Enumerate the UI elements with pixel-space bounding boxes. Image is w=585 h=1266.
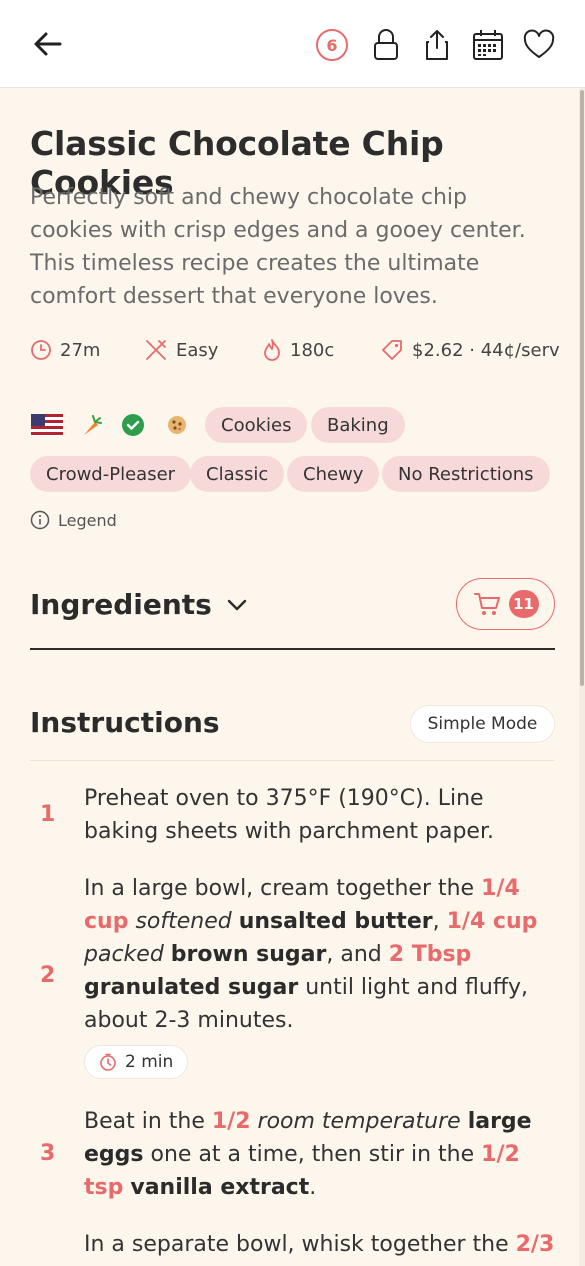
- step-text-segment: In a large bowl, cream together the: [84, 876, 482, 901]
- cookie-icon: [164, 408, 190, 442]
- cost-value: $2.62 · 44¢/serv: [412, 339, 560, 361]
- step-text-segment: .: [309, 1175, 317, 1200]
- step-text-segment: Preheat oven to 375°F (190°C). Line baki…: [84, 786, 494, 844]
- time-value: 27m: [60, 339, 101, 361]
- step-text-segment: , and: [326, 942, 389, 967]
- meta-difficulty: Easy: [144, 336, 218, 364]
- lock-icon: [374, 29, 398, 60]
- step-number: 2: [40, 963, 56, 988]
- legend-button[interactable]: Legend: [30, 510, 117, 530]
- servings-badge[interactable]: 6: [316, 29, 348, 61]
- ingredient-name[interactable]: vanilla extract: [130, 1175, 309, 1200]
- clock-icon: [31, 340, 51, 360]
- flame-icon: [264, 339, 280, 361]
- step-text-segment: In a separate bowl, whisk together the: [84, 1232, 516, 1257]
- meta-temperature: 180c: [262, 336, 334, 364]
- ingredient-quantity[interactable]: 1/2: [212, 1109, 251, 1134]
- tag-pill-chewy[interactable]: Chewy: [287, 456, 380, 492]
- ingredient-name[interactable]: granulated sugar: [84, 975, 298, 1000]
- step-timer-button[interactable]: 2 min: [84, 1045, 189, 1079]
- step-text-segment: ,: [432, 909, 447, 934]
- meta-time: 27m: [30, 336, 100, 364]
- ingredients-toggle[interactable]: Ingredients: [30, 588, 248, 621]
- calendar-button[interactable]: [471, 26, 505, 64]
- step-text-segment: Beat in the: [84, 1109, 212, 1134]
- top-bar: 6: [0, 0, 585, 88]
- shopping-cart-button[interactable]: 11: [456, 578, 555, 630]
- step-text: Preheat oven to 375°F (190°C). Line baki…: [84, 782, 555, 848]
- meta-cost: $2.62 · 44¢/serv: [380, 336, 560, 364]
- legend-label: Legend: [58, 510, 117, 530]
- carrot-icon: [78, 408, 104, 442]
- ingredient-note: room temperature: [257, 1109, 461, 1134]
- step-text-segment: one at a time, then stir in the: [143, 1142, 482, 1167]
- instructions-divider: [30, 760, 555, 761]
- step-text: Beat in the 1/2 room temperature large e…: [84, 1105, 555, 1204]
- tag-pill-crowd-pleaser[interactable]: Crowd-Pleaser: [30, 456, 192, 492]
- step-text: In a separate bowl, whisk together the 2…: [84, 1228, 555, 1261]
- cart-count-badge: 11: [508, 590, 539, 618]
- ingredient-quantity[interactable]: 1/4 cup: [447, 909, 538, 934]
- tag-pill-classic[interactable]: Classic: [190, 456, 285, 492]
- ingredient-quantity[interactable]: 2 Tbsp: [389, 942, 472, 967]
- chevron-down-icon: [227, 599, 247, 610]
- back-button[interactable]: [30, 26, 66, 62]
- heart-icon: [523, 29, 555, 58]
- utensils-icon: [146, 340, 166, 360]
- difficulty-value: Easy: [176, 339, 219, 361]
- tag-pill-cookies[interactable]: Cookies: [205, 407, 308, 443]
- cart-icon: [473, 593, 500, 615]
- step-number: 3: [40, 1141, 56, 1166]
- instructions-title: Instructions: [30, 706, 220, 739]
- ingredient-quantity[interactable]: 2/3: [516, 1232, 555, 1257]
- lock-button[interactable]: [369, 26, 403, 64]
- usa-flag-icon: [30, 408, 64, 442]
- step-text: In a large bowl, cream together the 1/4 …: [84, 872, 555, 1037]
- ingredient-note: packed: [84, 942, 164, 967]
- tag-pill-baking[interactable]: Baking: [311, 407, 405, 443]
- timer-icon: [100, 1053, 116, 1071]
- tag-pill-no-restrictions[interactable]: No Restrictions: [382, 456, 550, 492]
- step-number: 1: [40, 802, 56, 827]
- simple-mode-button[interactable]: Simple Mode: [410, 705, 555, 743]
- temperature-value: 180c: [290, 339, 335, 361]
- info-icon: [30, 510, 50, 530]
- recipe-description: Perfectly soft and chewy chocolate chip …: [30, 185, 526, 309]
- timer-label: 2 min: [125, 1052, 174, 1072]
- calendar-icon: [473, 30, 503, 60]
- favorite-button[interactable]: [522, 26, 556, 64]
- ingredients-title: Ingredients: [30, 588, 212, 621]
- ingredients-divider: [30, 648, 555, 650]
- arrow-left-icon: [34, 32, 62, 56]
- scrollbar-thumb[interactable]: [580, 90, 584, 686]
- check-circle-icon: [120, 408, 146, 442]
- ingredient-note: softened: [135, 909, 232, 934]
- price-tag-icon: [382, 340, 402, 360]
- share-button[interactable]: [420, 26, 454, 64]
- ingredient-name[interactable]: unsalted butter: [239, 909, 433, 934]
- share-icon: [426, 30, 448, 60]
- ingredient-name[interactable]: brown sugar: [171, 942, 327, 967]
